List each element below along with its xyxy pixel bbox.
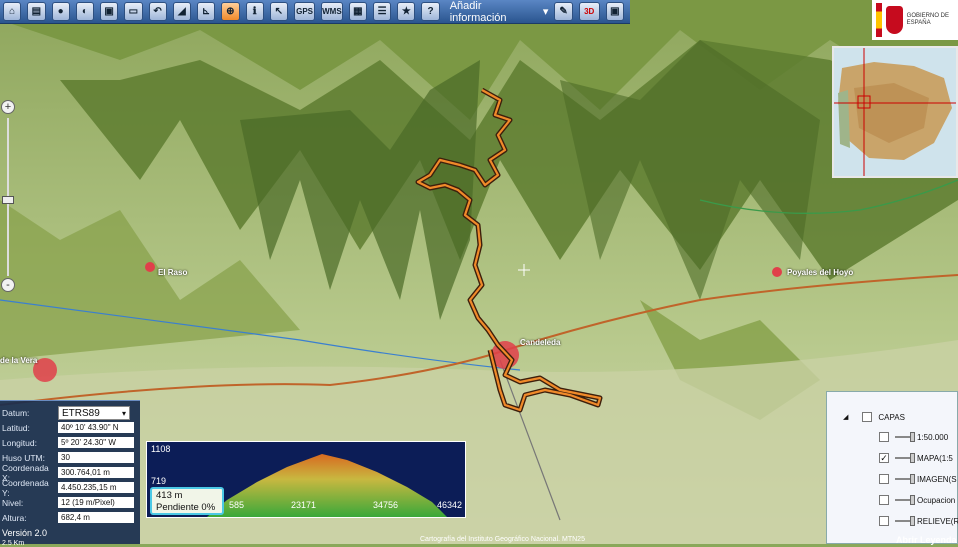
layer-label: RELIEVE(R [917,516,958,526]
profile-x-tick-3: 34756 [373,500,399,510]
profile-slope: Pendiente 0% [156,502,216,513]
layer-label: MAPA(1:5 [917,453,953,463]
toolbar: ⌂ ▤ ● ◐ ▣ ▭ ↶ ◢ ⊾ ⊕ ℹ ↖ GPS WMS ▦ ☰ ★ ? … [0,0,630,24]
star-icon[interactable]: ★ [397,2,416,21]
layers-root-label: CAPAS [878,412,905,422]
save-icon[interactable]: ▣ [605,2,625,21]
gps-button[interactable]: GPS [294,2,316,21]
layer-label: Ocupacion [917,495,956,505]
layer-checkbox[interactable] [879,432,889,442]
profile-y-max: 1108 [151,444,171,454]
globe-icon[interactable]: ● [51,2,70,21]
table-icon[interactable]: ▦ [348,2,367,21]
nivel-value: 12 (19 m/Pixel) [58,497,134,508]
coord-y-value: 4.450.235,15 m [58,482,134,493]
coord-x-value: 300.764,01 m [58,467,134,478]
datum-select[interactable]: ETRS89 ▾ [58,405,130,420]
overview-map[interactable] [832,46,958,178]
zoom-slider-thumb[interactable] [2,196,14,204]
profile-readout: 413 m Pendiente 0% [150,487,224,515]
help-icon[interactable]: ? [421,2,440,21]
layer-label: IMAGEN(S [917,474,957,484]
chevron-down-icon: ▾ [121,408,126,418]
wms-button[interactable]: WMS [321,2,343,21]
longitud-label: Longitud: [2,437,37,448]
town-label-candeleda: Candeleda [520,338,561,347]
zoom-out-button[interactable]: - [1,278,15,292]
datum-value: ETRS89 [62,407,100,419]
profile-x-tick-4: 46342 [437,500,463,510]
measure-icon[interactable]: ⊾ [197,2,216,21]
zoom-in-button[interactable]: + [1,100,15,114]
government-logo: GOBIERNO DE ESPAÑA [872,0,958,40]
profile-distance: 413 m [156,490,183,501]
layer-opacity-slider[interactable] [895,516,915,526]
coordinates-panel: Datum: ETRS89 ▾ Latitud: 40º 10' 43.90" … [0,400,140,547]
profile-x-tick-1: 585 [229,500,245,510]
layer-checkbox[interactable] [879,495,889,505]
layer-label: 1:50.000 [917,432,949,442]
layers-icon[interactable]: ◐ [75,2,94,21]
layer-opacity-slider[interactable] [895,453,915,463]
edit-icon[interactable]: ✎ [554,2,573,21]
layers-panel: ◢ CAPAS 1:50.000 ✓ MAPA(1:5 IMAGEN(S Ocu… [826,391,958,544]
undo-icon[interactable]: ↶ [148,2,167,21]
layer-opacity-slider[interactable] [895,495,915,505]
zoom-in-icon[interactable]: ▭ [124,2,143,21]
town-label-el-raso: El Raso [158,268,188,277]
crest-icon [886,6,903,34]
town-label-vera: de la Vera [0,356,38,365]
profile-y-mid: 719 [151,476,167,486]
layer-opacity-slider[interactable] [895,474,915,484]
nivel-label: Nivel: [2,497,24,508]
clean-icon[interactable]: ◢ [172,2,191,21]
gov-text: GOBIERNO DE ESPAÑA [906,13,950,26]
layers-root-checkbox[interactable] [862,412,873,422]
profile-icon[interactable]: ⊕ [221,2,240,21]
map-credit: Cartografía del Instituto Geográfico Nac… [420,536,585,543]
profile-x-tick-2: 23171 [291,500,317,510]
open-icon[interactable]: ⌂ [3,2,22,21]
layer-checkbox[interactable] [879,516,889,526]
add-info-menu-label: Añadir información [449,0,507,24]
collapse-icon[interactable]: ◢ [843,413,848,421]
locate-icon[interactable]: ▣ [100,2,119,21]
layer-opacity-slider[interactable] [895,432,915,442]
info-icon[interactable]: ℹ [245,2,264,21]
version-label: Versión 2.0 [2,528,48,538]
altura-value: 682,4 m [58,512,134,523]
coords-icon[interactable]: ☰ [372,2,392,21]
huso-label: Huso UTM: [2,452,45,463]
latitud-label: Latitud: [2,422,30,433]
huso-value: 30 [58,452,134,463]
print-icon[interactable]: ▤ [27,2,46,21]
layer-checkbox[interactable]: ✓ [879,453,889,463]
altura-label: Altura: [2,512,27,523]
elevation-profile[interactable]: 1108 719 585 23171 34756 46342 413 m Pen… [146,441,466,518]
layer-checkbox[interactable] [879,474,889,484]
latitud-value: 40º 10' 43.90" N [58,422,134,433]
3d-button[interactable]: 3D [578,2,600,21]
datum-label: Datum: [2,407,30,418]
town-label-poyales: Poyales del Hoyo [787,268,854,277]
cursor-icon[interactable]: ↖ [269,2,288,21]
longitud-value: 5º 20' 24.30" W [58,437,134,448]
chevron-down-icon: ▾ [542,6,549,18]
add-info-menu[interactable]: Añadir información ▾ [450,0,549,24]
flag-icon [876,3,883,37]
coord-y-label: Coordenada Y: [2,477,49,498]
